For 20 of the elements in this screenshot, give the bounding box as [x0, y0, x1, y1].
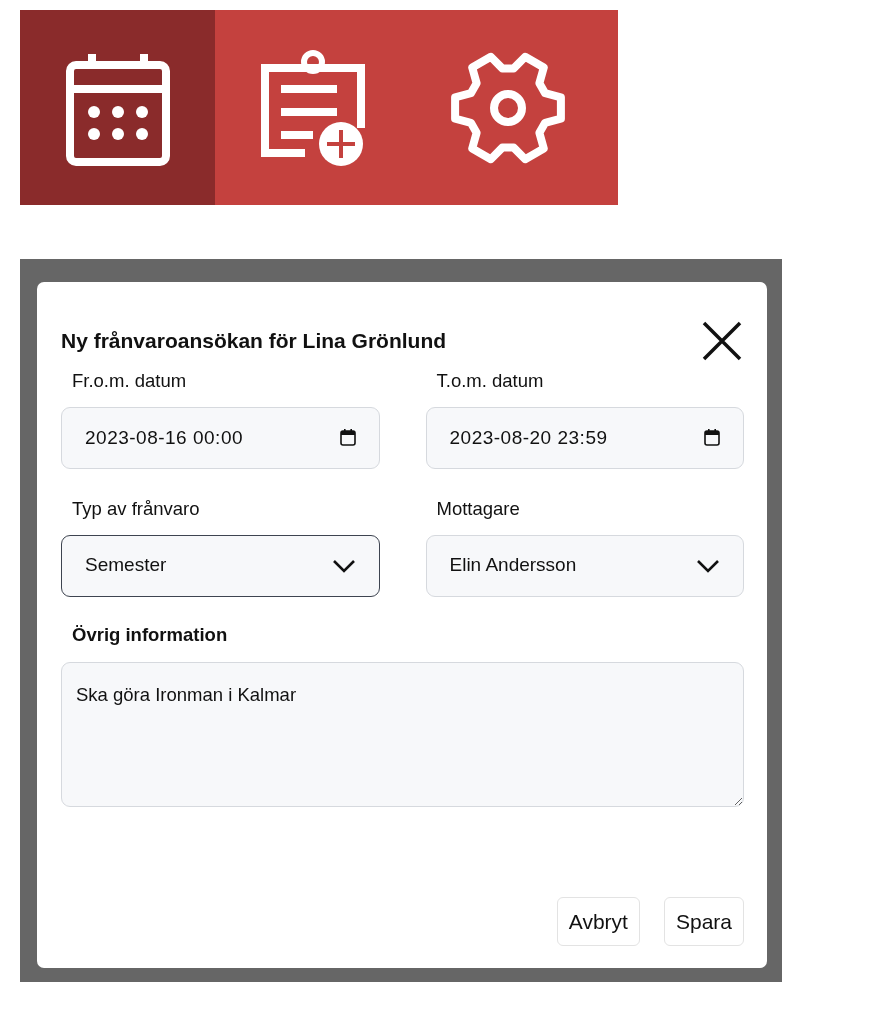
date-field[interactable]: 2023-08-20 23:59 [425, 406, 744, 469]
notes-textarea[interactable]: Ska göra Ironman i Kalmar [61, 662, 744, 808]
chevron-down-icon [331, 558, 356, 573]
dialog-button[interactable]: Spara [663, 896, 744, 946]
field-label: Mottagare [436, 496, 520, 521]
field-label: Övrig information [72, 622, 228, 647]
field-label: Typ av frånvaro [72, 496, 200, 521]
field-label: T.o.m. datum [436, 369, 544, 393]
dialog-title: Ny frånvaroansökan för Lina Grönlund [61, 328, 447, 354]
date-field[interactable]: 2023-08-16 00:00 [61, 406, 380, 469]
close-button[interactable] [700, 319, 744, 363]
chevron-down-icon [696, 558, 720, 573]
nav-tab[interactable] [20, 10, 215, 205]
calendar-icon [704, 429, 720, 447]
field-label: Fr.o.m. datum [72, 369, 187, 393]
select-field[interactable]: Semester [61, 534, 380, 597]
close-icon [700, 319, 744, 363]
select-field[interactable]: Elin Andersson [425, 534, 744, 597]
calendar-icon [339, 429, 356, 447]
dialog-button[interactable]: Avbryt [556, 896, 640, 946]
